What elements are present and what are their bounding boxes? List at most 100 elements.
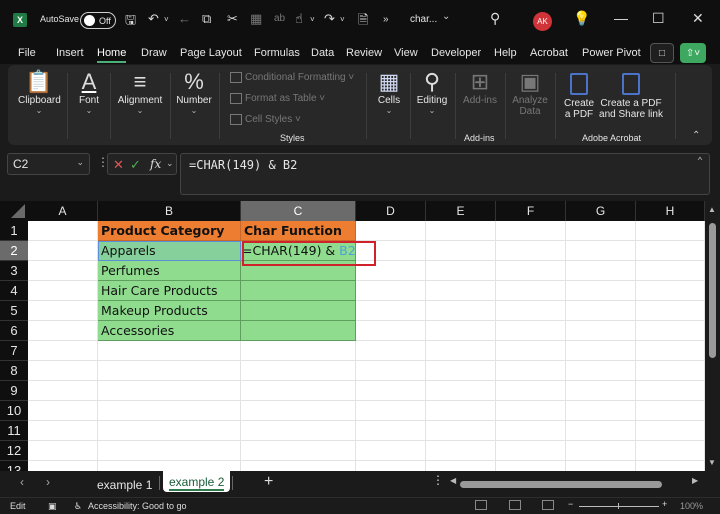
sheet-tab-example-1[interactable]: example 1: [97, 478, 152, 492]
touch-dropdown-icon[interactable]: ˅: [310, 15, 315, 24]
row-header-5[interactable]: 5: [0, 301, 28, 321]
tab-draw[interactable]: Draw: [141, 47, 167, 59]
row-header-7[interactable]: 7: [0, 341, 28, 361]
page-layout-view-icon[interactable]: [509, 500, 521, 510]
normal-view-icon[interactable]: [475, 500, 487, 510]
tab-file[interactable]: File: [18, 47, 36, 59]
undo-icon[interactable]: ↶: [148, 11, 159, 27]
cell-c3[interactable]: [241, 261, 356, 281]
more-commands-icon[interactable]: »: [383, 14, 389, 25]
search-icon[interactable]: ⚲: [490, 10, 500, 27]
tab-home[interactable]: Home: [97, 47, 127, 63]
tab-power-pivot[interactable]: Power Pivot: [582, 47, 641, 59]
autosave-toggle[interactable]: Off: [80, 12, 116, 29]
row-header-9[interactable]: 9: [0, 381, 28, 401]
number-button[interactable]: % Number ⌄: [174, 69, 214, 115]
avatar[interactable]: AK: [533, 12, 552, 31]
tab-split-handle-icon[interactable]: ⋮: [432, 473, 444, 487]
cancel-icon[interactable]: ✕: [113, 157, 124, 173]
undo-dropdown-icon[interactable]: ˅: [164, 15, 169, 24]
next-sheet-icon[interactable]: ›: [46, 475, 50, 489]
previous-sheet-icon[interactable]: ‹: [20, 475, 24, 489]
clipboard-button[interactable]: 📋 Clipboard ⌄: [18, 69, 61, 115]
picture-icon[interactable]: ▦: [250, 11, 262, 27]
row-header-4[interactable]: 4: [0, 281, 28, 301]
select-all-button[interactable]: [0, 201, 28, 221]
conditional-formatting-button[interactable]: Conditional Formatting ˅: [230, 72, 354, 83]
touch-mode-icon[interactable]: ☝: [295, 11, 303, 27]
column-header-g[interactable]: G: [566, 201, 636, 221]
tab-acrobat[interactable]: Acrobat: [530, 47, 568, 59]
cell-styles-button[interactable]: Cell Styles ˅: [230, 114, 301, 125]
font-button[interactable]: A Font ⌄: [74, 69, 104, 115]
column-header-f[interactable]: F: [496, 201, 566, 221]
title-chevron-down-icon[interactable]: ⌄: [442, 11, 450, 22]
cell-c1[interactable]: Char Function: [241, 221, 356, 241]
save-icon[interactable]: 🖫: [125, 11, 136, 33]
close-icon[interactable]: ✕: [692, 10, 704, 27]
column-header-b[interactable]: B: [98, 201, 241, 221]
create-pdf-button[interactable]: Create a PDF: [561, 73, 597, 120]
column-header-e[interactable]: E: [426, 201, 496, 221]
formula-input[interactable]: =CHAR(149) & B2 ⌃: [180, 153, 710, 195]
row-header-8[interactable]: 8: [0, 361, 28, 381]
share-button[interactable]: ⇧˅: [680, 43, 706, 63]
column-header-h[interactable]: H: [636, 201, 705, 221]
enter-check-icon[interactable]: ✓: [130, 157, 141, 173]
maximize-icon[interactable]: ☐: [652, 10, 665, 27]
scroll-left-icon[interactable]: ◀: [450, 476, 456, 485]
column-header-d[interactable]: D: [356, 201, 426, 221]
row-header-12[interactable]: 12: [0, 441, 28, 461]
spreadsheet-grid[interactable]: A B C D E F G H 1 2 3 4 5 6 7 8 9 10 11 …: [0, 201, 705, 471]
row-header-13[interactable]: 13: [0, 461, 28, 471]
tab-formulas[interactable]: Formulas: [254, 47, 300, 59]
collapse-ribbon-icon[interactable]: ⌃: [692, 130, 700, 141]
row-header-3[interactable]: 3: [0, 261, 28, 281]
tab-insert[interactable]: Insert: [56, 47, 84, 59]
tab-page-layout[interactable]: Page Layout: [180, 47, 242, 59]
lightbulb-icon[interactable]: 💡: [573, 10, 590, 27]
zoom-in-icon[interactable]: +: [662, 499, 667, 509]
analyze-data-button[interactable]: ▣ Analyze Data: [510, 69, 550, 117]
scroll-right-icon[interactable]: ▶: [692, 476, 698, 485]
cell-b4[interactable]: Hair Care Products: [98, 281, 241, 301]
alignment-button[interactable]: ≡ Alignment ⌄: [114, 69, 166, 115]
row-header-6[interactable]: 6: [0, 321, 28, 341]
zoom-slider[interactable]: [579, 506, 659, 507]
vertical-scrollbar[interactable]: ▲ ▼: [705, 201, 720, 471]
row-header-11[interactable]: 11: [0, 421, 28, 441]
page-break-view-icon[interactable]: [542, 500, 554, 510]
tab-review[interactable]: Review: [346, 47, 382, 59]
cells-button[interactable]: ▦ Cells ⌄: [374, 69, 404, 115]
spelling-icon[interactable]: ab: [274, 13, 285, 24]
tab-view[interactable]: View: [394, 47, 418, 59]
row-header-1[interactable]: 1: [0, 221, 28, 241]
cell-b1[interactable]: Product Category: [98, 221, 241, 241]
column-header-a[interactable]: A: [28, 201, 98, 221]
zoom-slider-thumb[interactable]: [618, 503, 619, 509]
format-as-table-button[interactable]: Format as Table ˅: [230, 93, 325, 104]
cell-b3[interactable]: Perfumes: [98, 261, 241, 281]
collapse-formula-bar-icon[interactable]: ⌃: [697, 156, 703, 167]
scroll-up-icon[interactable]: ▲: [708, 205, 716, 214]
sheet-tab-example-2[interactable]: example 2: [163, 471, 231, 492]
add-ins-button[interactable]: ⊞ Add-ins: [460, 69, 500, 106]
row-header-2[interactable]: 2: [0, 241, 28, 261]
zoom-out-icon[interactable]: −: [568, 499, 573, 509]
row-header-10[interactable]: 10: [0, 401, 28, 421]
cut-icon[interactable]: ✂: [227, 11, 238, 27]
accessibility-status[interactable]: Accessibility: Good to go: [88, 501, 187, 511]
new-document-icon[interactable]: 🗎: [358, 11, 368, 33]
tab-data[interactable]: Data: [311, 47, 334, 59]
comments-button[interactable]: □: [650, 43, 674, 63]
redo-icon[interactable]: ↷: [324, 11, 335, 27]
redo-dropdown-icon[interactable]: ˅: [340, 15, 345, 24]
cell-c5[interactable]: [241, 301, 356, 321]
copy-icon[interactable]: ⧉: [202, 11, 211, 27]
cell-b6[interactable]: Accessories: [98, 321, 241, 341]
horizontal-scroll-thumb[interactable]: [460, 481, 662, 488]
tab-developer[interactable]: Developer: [431, 47, 481, 59]
chevron-down-icon[interactable]: ⌄: [76, 157, 84, 168]
column-header-c[interactable]: C: [241, 201, 356, 221]
cell-b5[interactable]: Makeup Products: [98, 301, 241, 321]
